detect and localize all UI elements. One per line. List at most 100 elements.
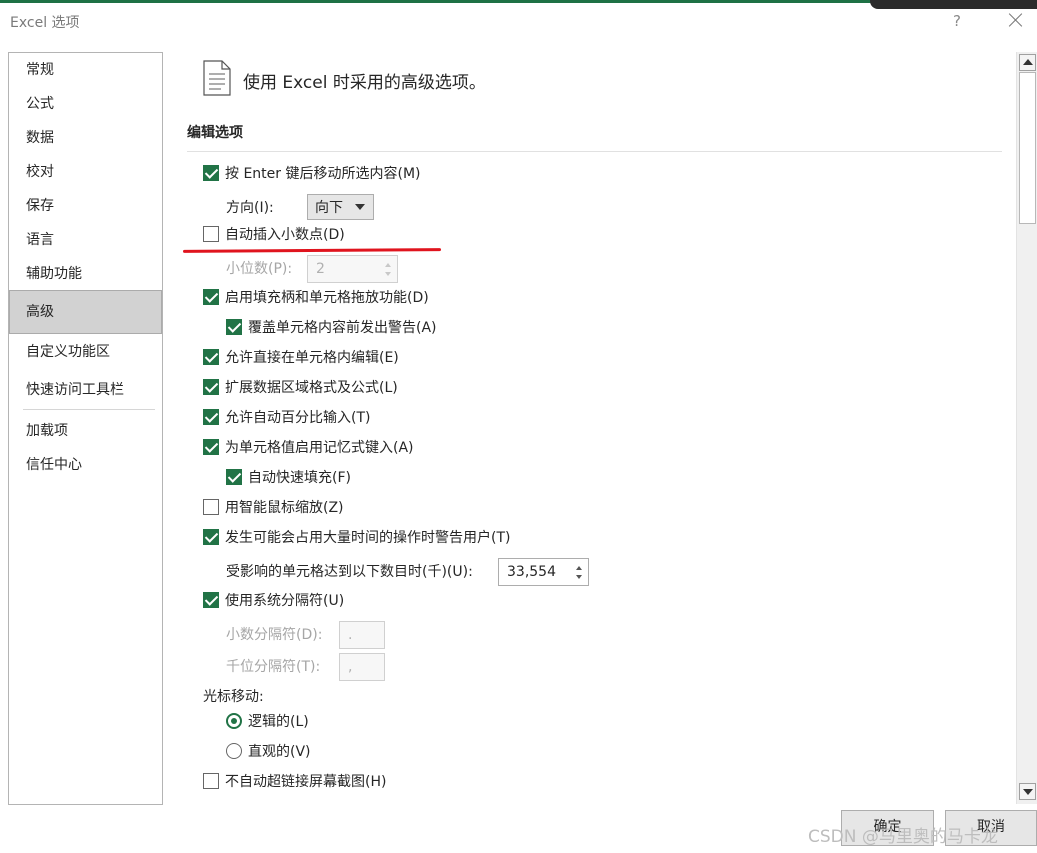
spin-up-icon[interactable] (385, 263, 391, 267)
option-label: 逻辑的(L) (248, 714, 309, 730)
thousands-separator-label: 千位分隔符(T): (226, 659, 321, 675)
scrollbar-thumb[interactable] (1019, 72, 1036, 224)
option-autocomplete[interactable]: 为单元格值启用记忆式键入(A) (203, 436, 414, 458)
spinner-value: 33,554 (507, 564, 556, 580)
option-edit-in-cell[interactable]: 允许直接在单元格内编辑(E) (203, 346, 399, 368)
direction-label: 方向(I): (226, 200, 274, 216)
checkbox[interactable] (203, 165, 219, 181)
window-title: Excel 选项 (10, 15, 80, 31)
sidebar-item-language[interactable]: 语言 (10, 223, 162, 257)
spin-down-icon[interactable] (385, 272, 391, 276)
checkbox[interactable] (203, 439, 219, 455)
category-sidebar: 常规 公式 数据 校对 保存 语言 辅助功能 高级 自定义功能区 快速访问工具栏… (8, 52, 163, 805)
cursor-movement-label: 光标移动: (203, 689, 264, 705)
help-button[interactable]: ? (953, 12, 961, 30)
thousands-separator-input[interactable]: , (339, 653, 385, 681)
cursor-movement-heading: 光标移动: (203, 685, 264, 707)
option-label: 允许自动百分比输入(T) (225, 410, 371, 426)
spin-up-icon[interactable] (576, 566, 582, 570)
option-extend-formats[interactable]: 扩展数据区域格式及公式(L) (203, 376, 398, 398)
option-flash-fill[interactable]: 自动快速填充(F) (226, 466, 351, 488)
option-no-hyperlink-screenshot[interactable]: 不自动超链接屏幕截图(H) (203, 770, 386, 792)
decimal-places-spinner[interactable]: 2 (307, 255, 398, 283)
option-intellimouse[interactable]: 用智能鼠标缩放(Z) (203, 496, 344, 518)
decimal-separator-label: 小数分隔符(D): (226, 627, 323, 643)
option-label: 启用填充柄和单元格拖放功能(D) (225, 290, 429, 306)
sidebar-item-accessibility[interactable]: 辅助功能 (10, 257, 162, 291)
sidebar-divider (23, 409, 155, 410)
scroll-up-button[interactable] (1019, 54, 1036, 71)
checkbox[interactable] (203, 409, 219, 425)
decimal-places-label: 小位数(P): (226, 261, 293, 277)
taskbar-fragment (870, 0, 1037, 9)
checkbox[interactable] (203, 499, 219, 515)
sidebar-item-save[interactable]: 保存 (10, 189, 162, 223)
option-move-after-enter[interactable]: 按 Enter 键后移动所选内容(M) (203, 162, 420, 184)
radio-logical[interactable]: 逻辑的(L) (226, 710, 309, 732)
option-label: 覆盖单元格内容前发出警告(A) (248, 320, 437, 336)
dropdown-arrow-icon (355, 204, 365, 210)
option-label: 使用系统分隔符(U) (225, 593, 345, 609)
option-system-separators[interactable]: 使用系统分隔符(U) (203, 589, 344, 611)
option-label: 自动快速填充(F) (248, 470, 351, 486)
section-title-editing: 编辑选项 (187, 125, 243, 141)
checkbox[interactable] (203, 529, 219, 545)
content-scrollbar[interactable] (1016, 52, 1037, 804)
direction-dropdown[interactable]: 向下 (307, 194, 374, 220)
option-label: 允许直接在单元格内编辑(E) (225, 350, 399, 366)
option-label: 扩展数据区域格式及公式(L) (225, 380, 398, 396)
page-title: 使用 Excel 时采用的高级选项。 (243, 73, 486, 93)
sidebar-item-proofing[interactable]: 校对 (10, 155, 162, 189)
checkbox[interactable] (203, 592, 219, 608)
option-label: 按 Enter 键后移动所选内容(M) (225, 166, 421, 182)
radio-visual[interactable]: 直观的(V) (226, 740, 311, 762)
option-label: 不自动超链接屏幕截图(H) (225, 774, 387, 790)
document-icon (203, 60, 231, 96)
options-content: 使用 Excel 时采用的高级选项。 编辑选项 按 Enter 键后移动所选内容… (170, 52, 1016, 805)
scroll-down-button[interactable] (1019, 783, 1036, 800)
spinner-value: 2 (316, 261, 325, 277)
checkbox[interactable] (203, 289, 219, 305)
checkbox[interactable] (203, 379, 219, 395)
checkbox[interactable] (203, 773, 219, 789)
option-auto-decimal[interactable]: 自动插入小数点(D) (203, 223, 345, 245)
decimal-separator-row: 小数分隔符(D): (226, 623, 322, 645)
option-label: 自动插入小数点(D) (225, 227, 345, 243)
watermark-text: CSDN @马里奥的马卡龙 (808, 827, 998, 847)
option-fill-handle[interactable]: 启用填充柄和单元格拖放功能(D) (203, 286, 429, 308)
sidebar-item-quick-access-toolbar[interactable]: 快速访问工具栏 (10, 373, 162, 407)
thousands-separator-row: 千位分隔符(T): (226, 655, 320, 677)
cells-threshold-row: 受影响的单元格达到以下数目时(千)(U): (226, 560, 473, 582)
radio-button[interactable] (226, 743, 242, 759)
cells-threshold-label: 受影响的单元格达到以下数目时(千)(U): (226, 564, 473, 580)
checkbox[interactable] (226, 469, 242, 485)
scroll-up-icon (1023, 59, 1033, 65)
dropdown-value: 向下 (315, 200, 343, 216)
radio-button[interactable] (226, 713, 242, 729)
sidebar-item-customize-ribbon[interactable]: 自定义功能区 (10, 335, 162, 369)
checkbox[interactable] (203, 226, 219, 242)
checkbox[interactable] (226, 319, 242, 335)
option-auto-percent[interactable]: 允许自动百分比输入(T) (203, 406, 370, 428)
direction-row: 方向(I): (226, 196, 274, 218)
sidebar-item-general[interactable]: 常规 (10, 53, 162, 87)
checkbox[interactable] (203, 349, 219, 365)
decimal-places-row: 小位数(P): (226, 257, 292, 279)
option-alert-slow[interactable]: 发生可能会占用大量时间的操作时警告用户(T) (203, 526, 510, 548)
scroll-down-icon (1023, 789, 1033, 795)
option-label: 发生可能会占用大量时间的操作时警告用户(T) (225, 530, 511, 546)
sidebar-item-data[interactable]: 数据 (10, 121, 162, 155)
option-label: 直观的(V) (248, 744, 311, 760)
cells-threshold-spinner[interactable]: 33,554 (498, 558, 589, 586)
sidebar-item-trust-center[interactable]: 信任中心 (10, 448, 162, 482)
option-overwrite-warn[interactable]: 覆盖单元格内容前发出警告(A) (226, 316, 437, 338)
sidebar-item-formulas[interactable]: 公式 (10, 87, 162, 121)
decimal-separator-input[interactable]: . (339, 621, 385, 649)
spin-down-icon[interactable] (576, 575, 582, 579)
sidebar-item-add-ins[interactable]: 加载项 (10, 414, 162, 448)
section-divider (187, 151, 1002, 152)
close-icon[interactable] (1006, 10, 1026, 30)
option-label: 为单元格值启用记忆式键入(A) (225, 440, 414, 456)
sidebar-item-advanced[interactable]: 高级 (9, 290, 162, 334)
option-label: 用智能鼠标缩放(Z) (225, 500, 344, 516)
